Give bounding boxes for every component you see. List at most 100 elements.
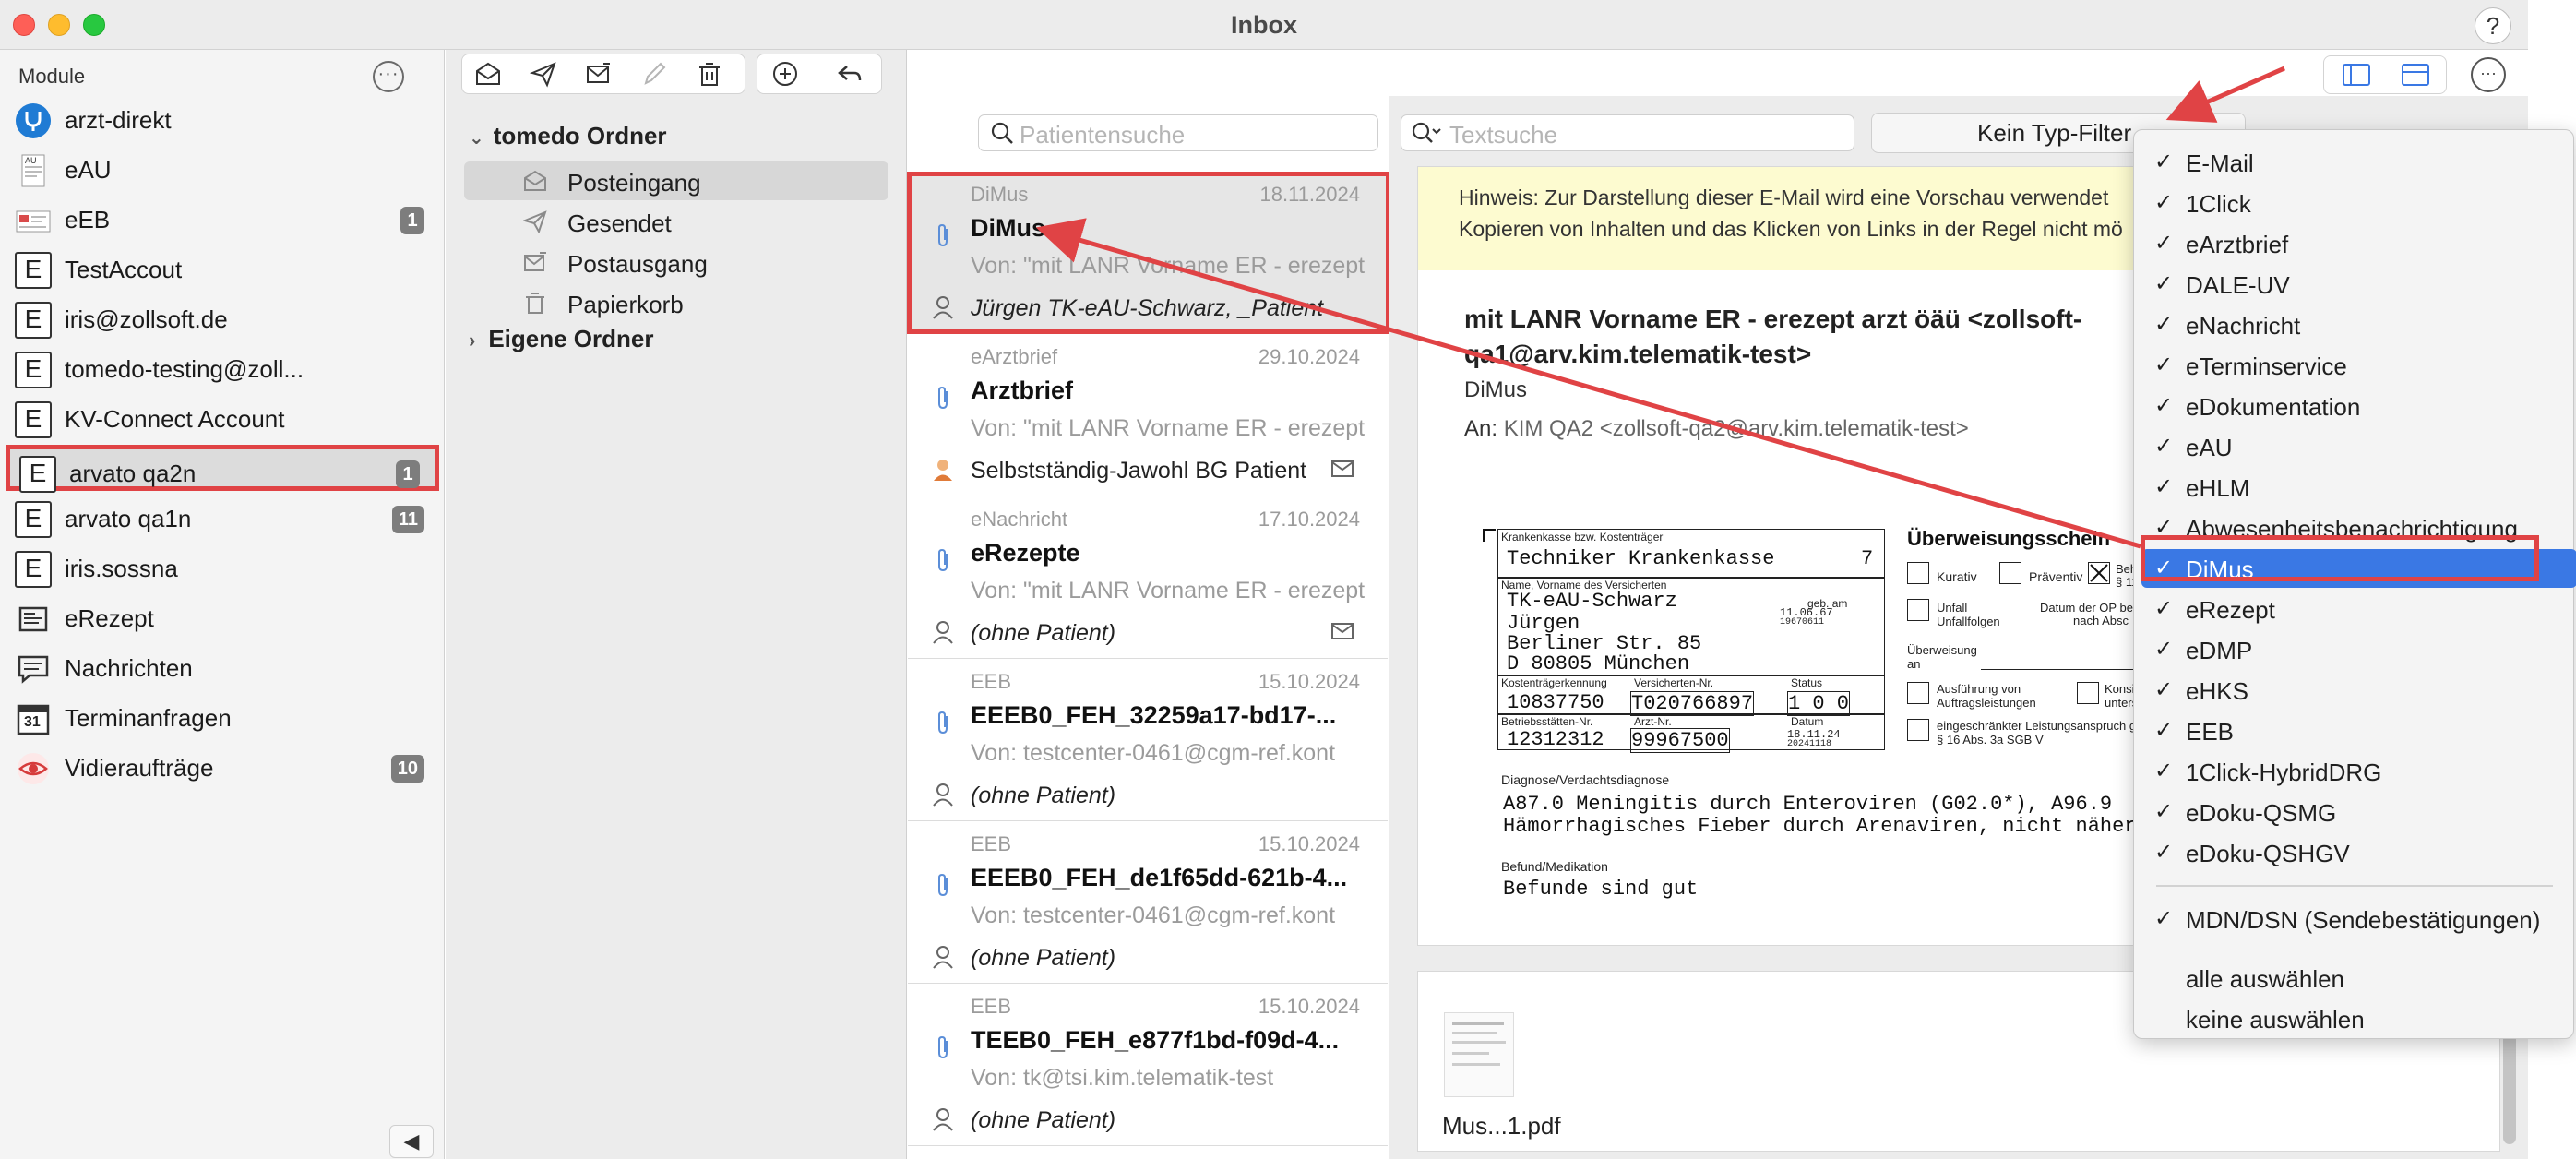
compose-group <box>757 54 882 94</box>
person-icon <box>932 1107 954 1138</box>
letter-e-icon: E <box>15 501 52 538</box>
mark-mail-icon[interactable] <box>584 60 614 90</box>
text-search-field[interactable]: Textsuche <box>1401 114 1854 151</box>
filter-option[interactable]: ✓ 1Click <box>2141 184 2576 222</box>
filter-option[interactable]: ✓ eArztbrief <box>2141 224 2576 263</box>
message-row[interactable]: EEB 15.10.2024 TEEB0_FEH_e877f1bd-f09d-4..… <box>908 984 1388 1146</box>
filter-option[interactable]: ✓ eRezept <box>2141 590 2576 628</box>
checkmark-icon: ✓ <box>2154 677 2174 702</box>
sidebar-module-label: eRezept <box>65 604 154 632</box>
type-filter-menu: ✓ E-Mail ✓ 1Click ✓ eArztbrief ✓ DALE-UV ✓ eNachr… <box>2133 129 2576 1039</box>
filter-option[interactable]: ✓ eAU <box>2141 427 2576 466</box>
filter-option-label: eHKS <box>2186 677 2248 705</box>
help-button[interactable]: ? <box>2475 7 2511 44</box>
sidebar-module-item[interactable]: Eiris.sossna <box>6 544 439 591</box>
filter-option[interactable]: ✓ 1Click-HybridDRG <box>2141 752 2576 791</box>
select-none-label: keine auswählen <box>2186 1006 2365 1034</box>
filter-option-label: 1Click <box>2186 190 2251 218</box>
send-icon[interactable] <box>529 60 558 90</box>
patient-search-placeholder: Patientensuche <box>1020 121 1186 149</box>
prescription-icon <box>15 601 52 638</box>
checkmark-icon: ✓ <box>2154 434 2174 459</box>
behandlung-checkbox[interactable] <box>2088 562 2110 584</box>
sidebar-module-item[interactable]: Eiris@zollsoft.de <box>6 295 439 341</box>
folder-item[interactable]: Papierkorb <box>464 283 888 322</box>
sidebar-module-item[interactable]: 31 Terminanfragen <box>6 694 439 740</box>
folder-label: Postausgang <box>567 250 708 278</box>
sidebar-module-item[interactable]: Etomedo-testing@zoll... <box>6 345 439 391</box>
filter-option-label: eAU <box>2186 434 2233 461</box>
collapse-sidebar-button[interactable]: ◀ <box>389 1125 434 1158</box>
filter-option[interactable]: ✓ eDoku-QSHGV <box>2141 833 2576 872</box>
module-more-button[interactable]: ··· <box>373 61 404 92</box>
checkmark-icon: ✓ <box>2154 718 2174 743</box>
diagnosis-line-2: Hämorrhagisches Fieber durch Arenaviren,… <box>1503 815 2137 838</box>
pdf-thumbnail[interactable] <box>1444 1012 1514 1097</box>
filter-option[interactable]: ✓ eTerminservice <box>2141 346 2576 385</box>
own-folder-header[interactable]: › Eigene Ordner <box>469 325 653 353</box>
reply-icon[interactable] <box>835 60 865 90</box>
type-filter-label: Kein Typ-Filter <box>1977 119 2132 147</box>
select-all-option[interactable]: alle auswählen <box>2141 959 2576 998</box>
filter-option[interactable]: ✓ eDokumentation <box>2141 387 2576 425</box>
ausfuehrung-checkbox[interactable] <box>1907 682 1929 704</box>
kurativ-checkbox[interactable] <box>1907 562 1929 584</box>
split-layout-icon[interactable] <box>2402 64 2429 86</box>
delete-icon[interactable] <box>695 60 724 90</box>
filter-option[interactable]: ✓ eDoku-QSMG <box>2141 793 2576 831</box>
filter-option[interactable]: ✓ eHLM <box>2141 468 2576 507</box>
own-folder-label: Eigene Ordner <box>488 325 654 352</box>
message-row[interactable]: EEB 15.10.2024 EEEB0_FEH_de1f65dd-621b-4..… <box>908 821 1388 984</box>
folder-item[interactable]: Posteingang <box>464 161 888 200</box>
folder-item[interactable]: Postausgang <box>464 243 888 281</box>
sidebar-module-label: Vidieraufträge <box>65 754 214 782</box>
sidebar-module-label: arvato qa1n <box>65 505 192 532</box>
sidebar-module-item[interactable]: Earvato qa1n 11 <box>6 495 439 541</box>
unfall-checkbox[interactable] <box>1907 599 1929 621</box>
praeventiv-checkbox[interactable] <box>1999 562 2021 584</box>
filter-option[interactable]: ✓ eDMP <box>2141 630 2576 669</box>
sidebar-module-item[interactable]: Earvato qa2n 1 <box>6 445 439 493</box>
datum-label: Datum <box>1791 715 1824 728</box>
message-row[interactable]: EEB 15.10.2024 EEEB0_FEH_32259a17-bd17-...… <box>908 659 1388 821</box>
befund-value: Befunde sind gut <box>1503 878 1699 901</box>
filter-option[interactable]: ✓ E-Mail <box>2141 143 2576 182</box>
attachment-name[interactable]: Mus...1.pdf <box>1442 1112 1561 1141</box>
select-none-option[interactable]: keine auswählen <box>2141 999 2576 1038</box>
new-message-icon[interactable] <box>770 60 800 90</box>
sidebar-module-item[interactable]: arzt-direkt <box>6 96 439 142</box>
filter-option[interactable]: ✓ eNachricht <box>2141 305 2576 344</box>
more-options-button[interactable]: ··· <box>2471 57 2506 92</box>
konsiliar-checkbox[interactable] <box>2077 682 2099 704</box>
bsnr-label: Betriebsstätten-Nr. <box>1501 715 1593 728</box>
checkmark-icon: ✓ <box>2154 759 2174 783</box>
sidebar-module-item[interactable]: Nachrichten <box>6 644 439 690</box>
sidebar-layout-icon[interactable] <box>2343 64 2370 86</box>
message-sender: Von: testcenter-0461@cgm-ref.kont <box>971 902 1336 928</box>
person-icon <box>932 945 954 975</box>
folder-label: Gesendet <box>567 209 672 237</box>
sidebar-module-item[interactable]: E KV-Connect Account <box>6 395 439 441</box>
mdn-option[interactable]: ✓ MDN/DSN (Sendebestätigungen) <box>2141 900 2576 938</box>
vers-value: T020766897 <box>1630 691 1755 716</box>
sidebar-module-item[interactable]: eRezept <box>6 594 439 640</box>
sidebar-module-item[interactable]: eEB 1 <box>6 196 439 242</box>
message-row[interactable]: eNachricht 17.10.2024 eRezepte Von: "mit LA… <box>908 496 1388 659</box>
filter-option[interactable]: ✓ eHKS <box>2141 671 2576 710</box>
message-row[interactable]: eArztbrief 29.10.2024 Arztbrief Von: "mit L… <box>908 334 1388 496</box>
read-envelope-icon[interactable] <box>473 60 503 90</box>
sidebar-module-item[interactable]: AU eAU <box>6 146 439 192</box>
tomedo-folder-header[interactable]: ⌄ tomedo Ordner <box>469 122 667 150</box>
patient-search-field[interactable]: Patientensuche <box>978 114 1378 151</box>
filter-option[interactable]: ✓ EEB <box>2141 711 2576 750</box>
eingeschraenkt-checkbox[interactable] <box>1907 719 1929 741</box>
filter-option-label: eHLM <box>2186 474 2250 502</box>
sidebar-module-item[interactable]: E TestAccout <box>6 245 439 292</box>
letter-e-icon: E <box>15 551 52 588</box>
eau-icon-text: AU <box>25 156 37 165</box>
sidebar-module-label: iris@zollsoft.de <box>65 305 228 333</box>
filter-option[interactable]: ✓ DALE-UV <box>2141 265 2576 304</box>
sidebar-module-item[interactable]: Vidieraufträge 10 <box>6 744 439 790</box>
pen-icon[interactable] <box>639 60 669 90</box>
folder-item[interactable]: Gesendet <box>464 202 888 241</box>
